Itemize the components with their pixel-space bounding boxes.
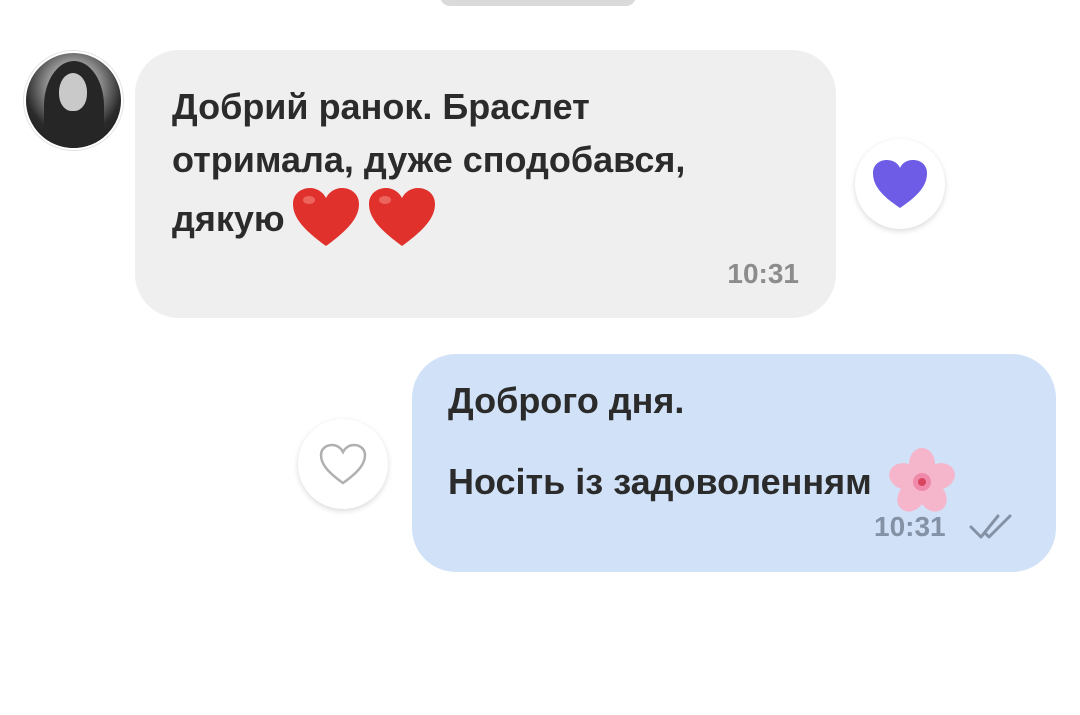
outgoing-timestamp: 10:31 [874,511,946,542]
incoming-line-3-text: дякую [172,197,285,239]
outgoing-line-1: Доброго дня. [448,380,685,421]
incoming-message-bubble[interactable]: Добрий ранок. Браслет отримала, дуже спо… [135,50,836,318]
red-heart-emoji [292,188,359,246]
avatar[interactable] [24,51,123,150]
reaction-button-empty[interactable] [298,419,388,509]
outgoing-message-bubble[interactable]: Доброго дня. Носіть із задоволенням 10:3… [412,354,1056,572]
cherry-blossom-emoji [888,448,955,512]
incoming-timestamp: 10:31 [727,258,799,289]
double-check-icon [969,514,1012,539]
outgoing-line-2: Носіть із задоволенням [448,446,958,518]
incoming-message-text: Добрий ранок. Браслет отримала, дуже спо… [172,80,792,250]
incoming-line-1: Добрий ранок. Браслет [172,86,590,127]
incoming-line-3: дякую [172,186,437,250]
outgoing-line-2-text: Носіть із задоволенням [448,461,872,502]
purple-heart-icon [873,160,927,208]
reaction-button-liked[interactable] [855,139,945,229]
incoming-line-2: отримала, дуже сподобався, [172,139,686,180]
date-pill [440,0,636,6]
avatar-face [59,73,87,111]
outline-heart-icon [319,443,367,485]
red-heart-emoji [368,188,435,246]
